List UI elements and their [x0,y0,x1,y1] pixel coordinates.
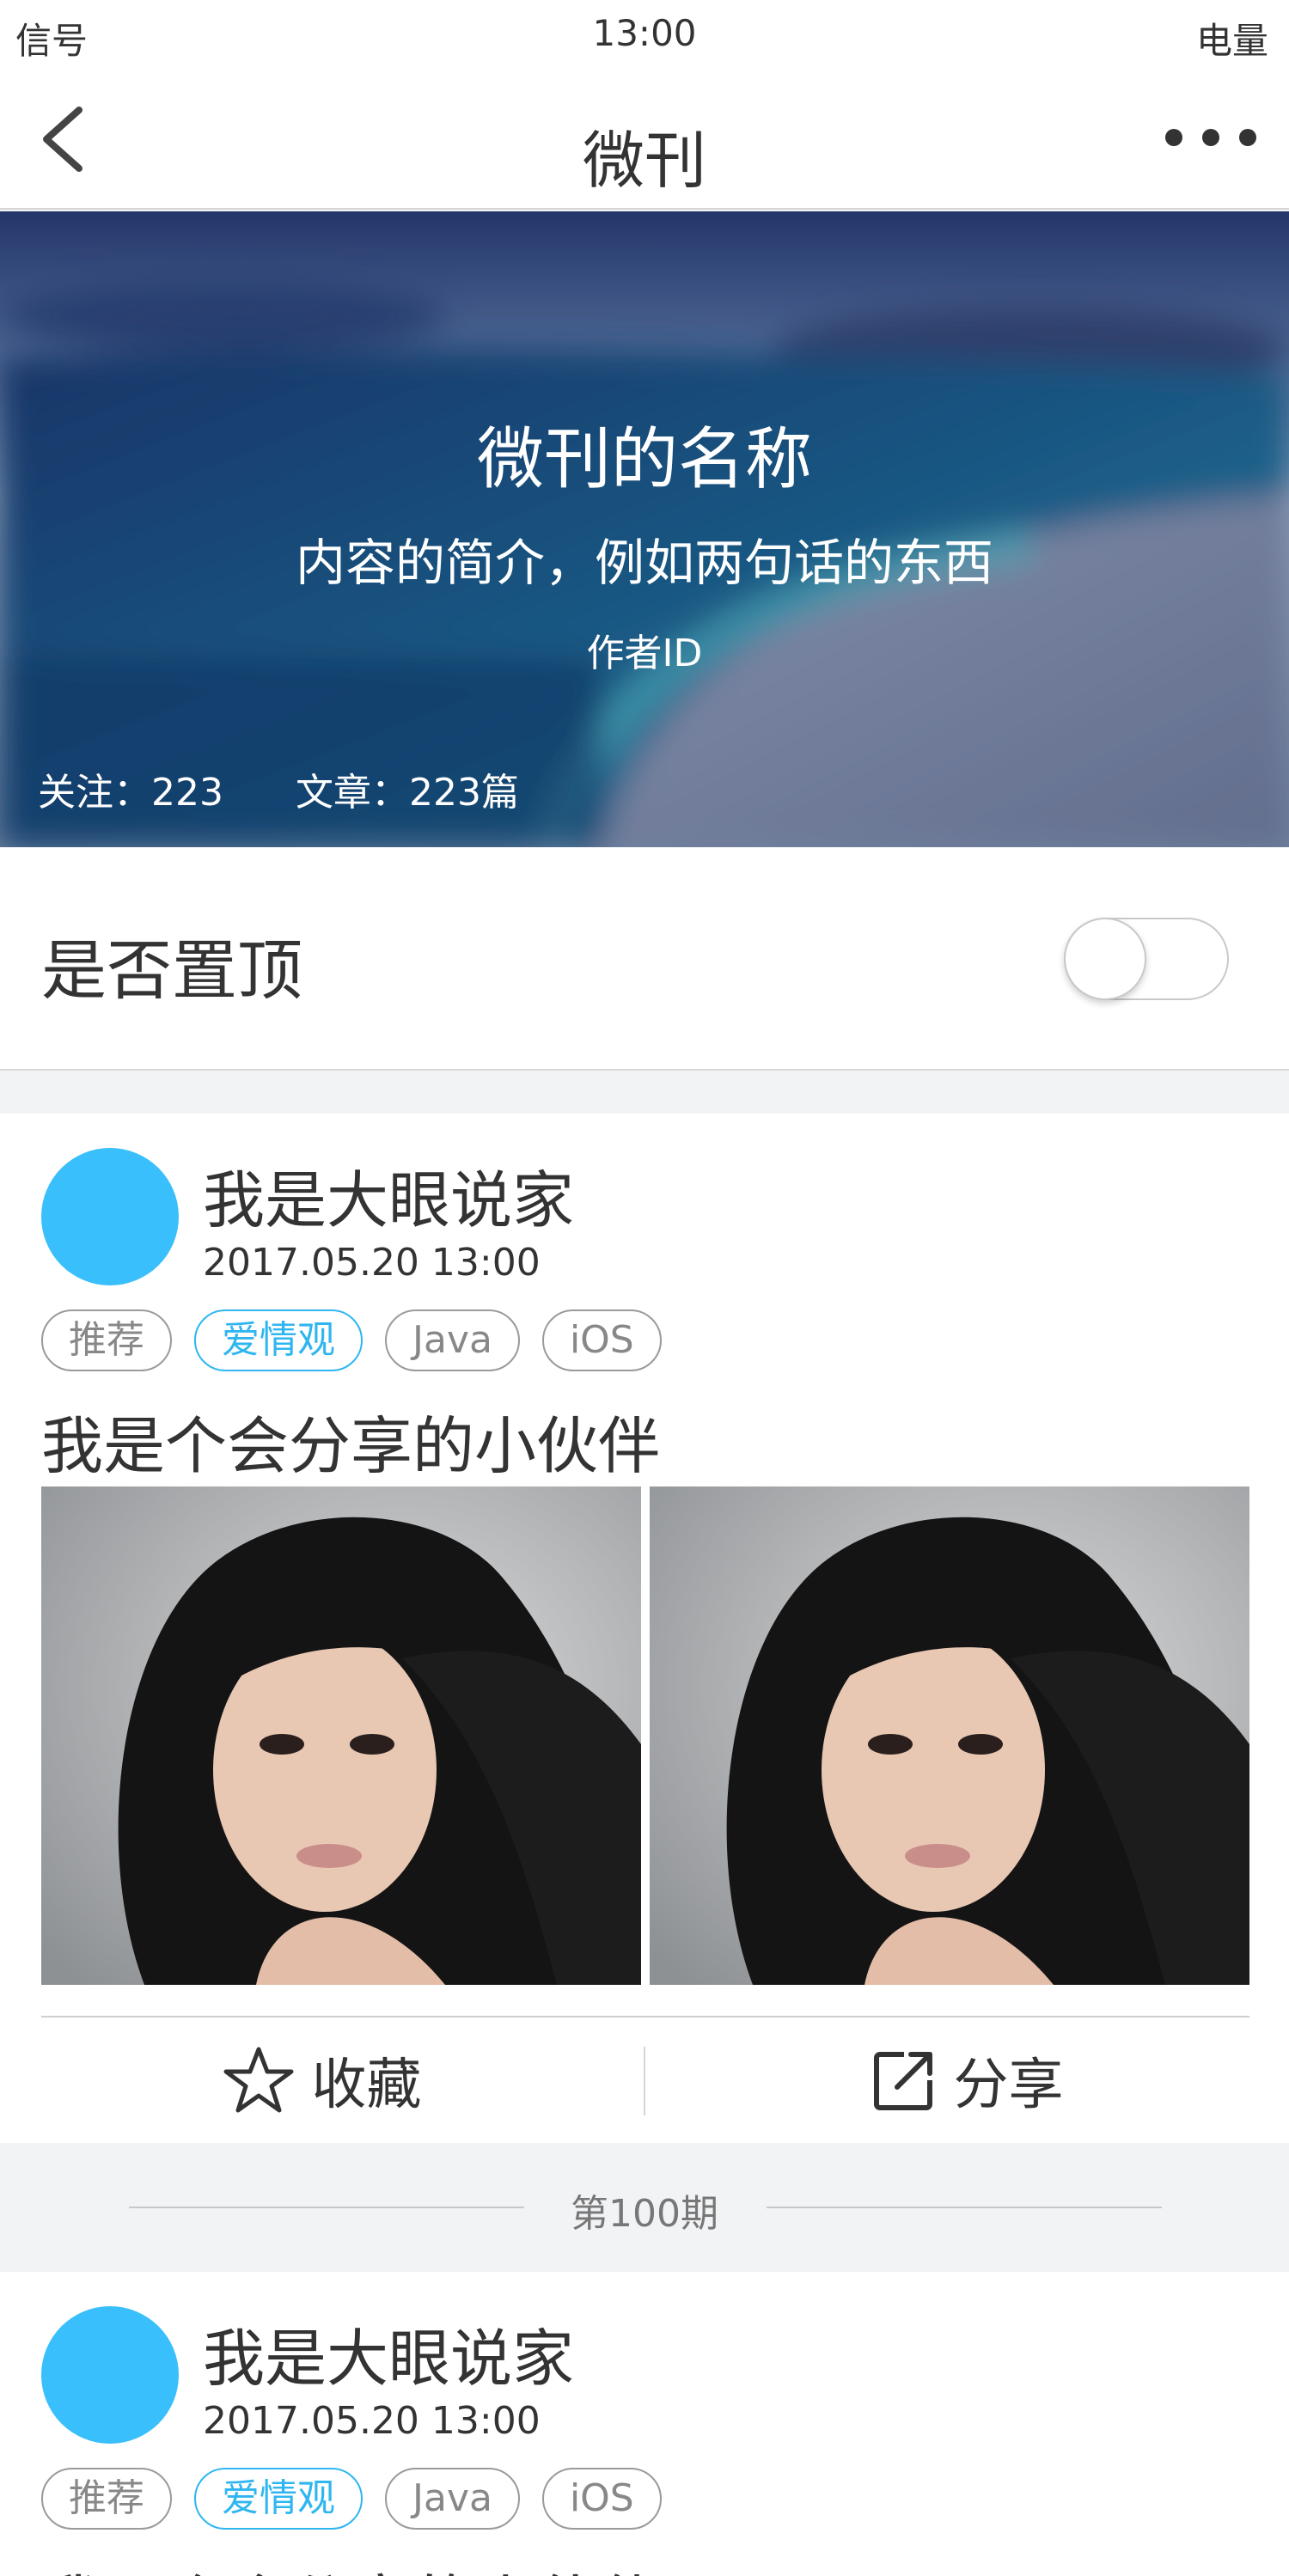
tag-java[interactable]: Java [385,1309,520,1371]
tag-love[interactable]: 爱情观 [194,2468,363,2530]
post-text: 我是个会分享的小伙伴 [41,2554,660,2576]
avatar[interactable] [41,1148,179,1285]
share-button[interactable]: 分享 [645,2024,1289,2136]
pin-label: 是否置顶 [41,932,302,1009]
more-dots-icon[interactable] [1164,120,1258,155]
toggle-knob [1064,918,1146,1000]
star-icon [223,2047,293,2113]
post-card: 我是大眼说家 2017.05.20 13:00 推荐 爱情观 Java iOS … [0,2272,1289,2576]
tag-list: 推荐 爱情观 Java iOS [41,1309,662,1371]
post-card: 我是大眼说家 2017.05.20 13:00 推荐 爱情观 Java iOS … [0,1114,1289,2143]
tag-list: 推荐 爱情观 Java iOS [41,2468,662,2530]
chevron-left-icon[interactable] [34,105,103,174]
tag-love[interactable]: 爱情观 [194,1309,363,1371]
post-time: 2017.05.20 13:00 [203,1241,541,1285]
author-name[interactable]: 我是大眼说家 [203,1150,574,1240]
photo-grid [41,1486,1249,1985]
post-text: 我是个会分享的小伙伴 [41,1410,661,1482]
share-label: 分享 [953,2054,1064,2117]
issue-separator: 第100期 [0,2143,1289,2272]
share-icon [873,2052,932,2110]
avatar[interactable] [41,2306,179,2444]
post-photo[interactable] [650,1486,1249,1985]
card-divider [41,2016,1249,2017]
article-count: 文章：223篇 [295,771,519,815]
status-time: 13:00 [592,12,697,54]
banner: 微刊的名称 内容的简介，例如两句话的东西 作者ID 关注：223 文章：223篇 [0,211,1289,847]
collect-label: 收藏 [311,2054,422,2117]
journal-name: 微刊的名称 [476,421,812,498]
pin-setting-row: 是否置顶 [0,847,1289,1071]
follow-count: 关注：223 [38,771,223,815]
journal-stats: 关注：223 文章：223篇 [38,761,519,816]
tag-ios[interactable]: iOS [541,2468,662,2530]
nav-bar: 微刊 [0,69,1289,210]
issue-label: 第100期 [571,2192,718,2236]
tag-ios[interactable]: iOS [541,1309,662,1371]
journal-intro: 内容的简介，例如两句话的东西 [295,534,993,592]
journal-author[interactable]: 作者ID [0,622,1289,677]
tag-java[interactable]: Java [385,2468,520,2530]
post-photo[interactable] [41,1486,641,1985]
tag-recommend[interactable]: 推荐 [41,2468,172,2530]
status-bar: 信号 13:00 电量 [0,0,1289,69]
pin-toggle[interactable] [1064,918,1229,1000]
post-time: 2017.05.20 13:00 [203,2399,541,2443]
battery-label: 电量 [1195,20,1268,62]
tag-recommend[interactable]: 推荐 [41,1309,172,1371]
collect-button[interactable]: 收藏 [0,2024,644,2136]
page-title: 微刊 [582,125,706,197]
author-name[interactable]: 我是大眼说家 [203,2308,574,2398]
